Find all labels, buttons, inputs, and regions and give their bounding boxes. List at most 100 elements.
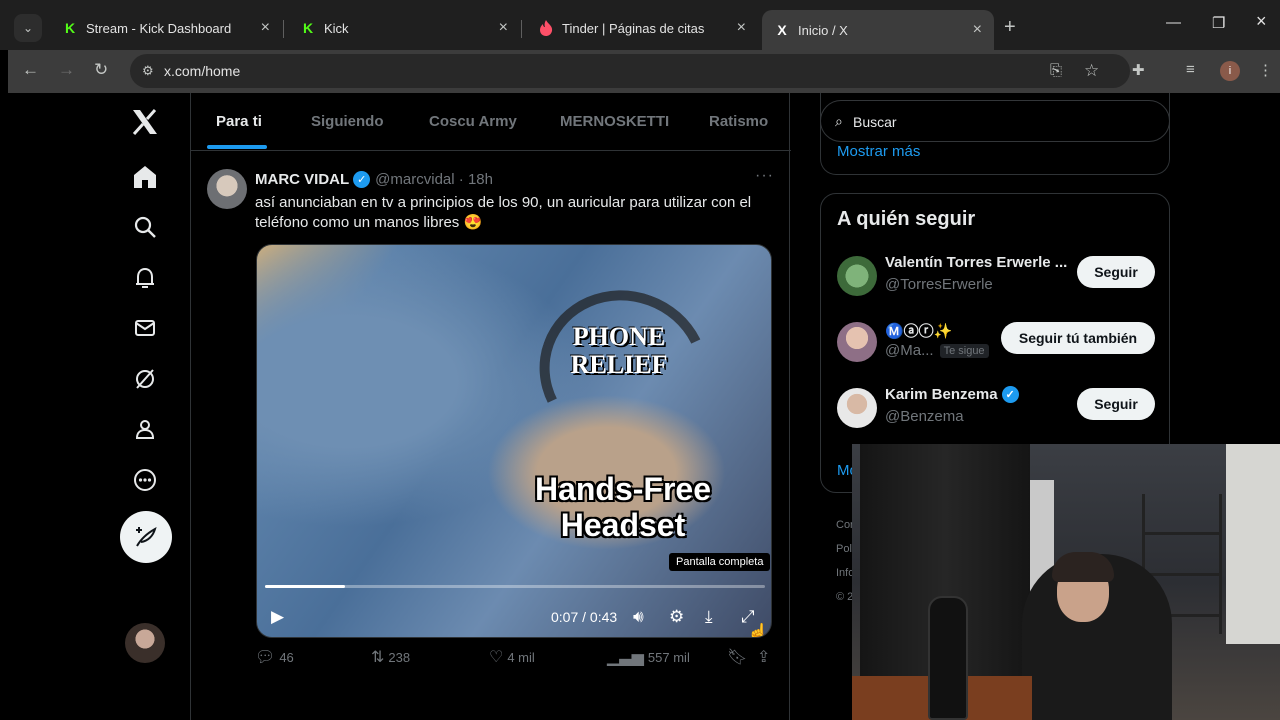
compose-post-button[interactable]: [120, 511, 172, 563]
search-placeholder: Buscar: [853, 114, 897, 130]
suggestion-avatar[interactable]: [837, 256, 877, 296]
tab-siguiendo[interactable]: Siguiendo: [311, 113, 384, 130]
account-avatar[interactable]: [125, 623, 165, 663]
tweet-video-player[interactable]: PHONE RELIEF Hands-Free Headset Pantalla…: [256, 244, 772, 638]
dock-video-icon[interactable]: ⤓: [705, 607, 713, 627]
new-tab-plus-icon[interactable]: +: [1004, 16, 1016, 39]
follow-button[interactable]: Seguir: [1077, 256, 1155, 288]
tab-ratismo[interactable]: Ratismo: [709, 113, 768, 130]
tweet-more-icon[interactable]: ···: [755, 167, 774, 185]
bookmark-star-icon[interactable]: ☆: [1084, 61, 1099, 81]
back-arrow-icon[interactable]: ←: [22, 60, 39, 80]
search-input[interactable]: ⌕ Buscar: [820, 100, 1170, 142]
tweet-text: así anunciaban en tv a principios de los…: [255, 194, 752, 231]
reply-button[interactable]: 💬︎ 46: [255, 647, 294, 667]
follow-suggestion[interactable]: Valentín Torres Erwerle ... @TorresErwer…: [821, 250, 1171, 310]
views-chart-icon: ▁▃▅: [607, 649, 644, 666]
tab-title: Inicio / X: [798, 22, 848, 38]
tab-mernosketti[interactable]: MERNOSKETTI: [560, 113, 669, 130]
extensions-puzzle-icon[interactable]: ✚: [1132, 61, 1145, 79]
reload-icon[interactable]: ↻: [94, 60, 108, 80]
bookmark-icon: 🔖︎: [727, 649, 748, 666]
views-button[interactable]: ▁▃▅ 557 mil: [607, 647, 690, 667]
fullscreen-tooltip: Pantalla completa: [669, 553, 771, 571]
address-bar[interactable]: ⚙ x.com/home ⎘ ☆: [130, 54, 1130, 88]
webcam-hair: [1052, 552, 1114, 582]
play-icon[interactable]: ▶: [271, 607, 284, 627]
kick-favicon-icon: K: [302, 20, 314, 36]
media-control-icon[interactable]: ≡: [1186, 61, 1195, 78]
kick-favicon-icon: K: [64, 20, 76, 36]
menu-kebab-icon[interactable]: ⋮: [1258, 61, 1273, 79]
reply-count: 46: [279, 649, 294, 665]
tab-title: Kick: [324, 20, 349, 36]
suggestion-name[interactable]: Ⓜ️ⓐⓡ✨: [885, 320, 952, 341]
video-progress-fill: [265, 585, 345, 588]
suggestion-avatar[interactable]: [837, 322, 877, 362]
minimize-icon[interactable]: —: [1166, 14, 1181, 31]
share-upload-icon: ⇪: [757, 649, 771, 666]
explore-search-icon[interactable]: [130, 212, 160, 242]
tab-coscu-army[interactable]: Coscu Army: [429, 113, 517, 130]
trends-show-more-link[interactable]: Mostrar más: [837, 143, 920, 160]
more-options-circle-icon[interactable]: [130, 465, 160, 495]
tweet-author-handle[interactable]: @marcvidal: [375, 171, 454, 188]
left-sidebar-nav: [120, 93, 196, 720]
verified-badge-icon: ✓: [353, 171, 371, 188]
suggestion-name[interactable]: Karim Benzema: [885, 386, 998, 403]
browser-tab-bar: ⌄ K Stream - Kick Dashboard × K Kick × T…: [0, 0, 1280, 50]
x-favicon-icon: X: [777, 22, 787, 38]
x-logo-icon[interactable]: [130, 107, 160, 137]
feather-plus-icon: [136, 526, 157, 547]
repost-count: 238: [388, 649, 411, 665]
tab-tinder[interactable]: Tinder | Páginas de citas ×: [526, 10, 758, 46]
address-url[interactable]: x.com/home: [164, 63, 240, 79]
messages-envelope-icon[interactable]: [130, 313, 160, 343]
forward-arrow-icon[interactable]: →: [58, 60, 75, 80]
tweet-header: MARC VIDAL ✓ @marcvidal · 18h: [255, 171, 493, 188]
tab-kick-dashboard[interactable]: K Stream - Kick Dashboard ×: [50, 10, 282, 46]
close-tab-icon[interactable]: ×: [973, 21, 982, 39]
profile-person-icon[interactable]: [130, 414, 160, 444]
tinder-flame-icon: [538, 20, 554, 36]
suggestion-handle: @Benzema: [885, 408, 964, 425]
home-icon[interactable]: [130, 162, 160, 192]
tab-kick[interactable]: K Kick ×: [288, 10, 520, 46]
settings-gear-icon[interactable]: ⚙: [669, 607, 684, 627]
bookmark-button[interactable]: 🔖︎: [727, 647, 751, 667]
follow-suggestion[interactable]: Karim Benzema ✓ @Benzema Seguir: [821, 382, 1171, 442]
tab-search-button[interactable]: ⌄: [14, 14, 42, 42]
repost-button[interactable]: ⇅ 238: [371, 647, 410, 667]
follow-suggestion[interactable]: Ⓜ️ⓐⓡ✨ @Ma... Te sigue Seguir tú también: [821, 316, 1171, 376]
suggestion-avatar[interactable]: [837, 388, 877, 428]
close-tab-icon[interactable]: ×: [261, 19, 270, 37]
heart-icon: ♡: [489, 649, 504, 666]
profile-avatar[interactable]: i: [1220, 61, 1240, 81]
tweet-author-name[interactable]: MARC VIDAL: [255, 171, 349, 188]
tweet-author-avatar[interactable]: [207, 169, 247, 209]
search-icon: ⌕: [835, 113, 843, 129]
close-tab-icon[interactable]: ×: [737, 19, 746, 37]
tweet-time[interactable]: 18h: [468, 171, 493, 188]
notifications-bell-icon[interactable]: [130, 263, 160, 293]
close-window-icon[interactable]: ×: [1256, 11, 1267, 32]
video-progress-bar[interactable]: [265, 585, 765, 588]
tab-x-home[interactable]: X Inicio / X ×: [762, 10, 994, 50]
follow-back-button[interactable]: Seguir tú también: [1001, 322, 1155, 354]
separator-dot: ·: [454, 171, 468, 188]
like-button[interactable]: ♡ 4 mil: [489, 647, 535, 667]
suggestion-handle: @TorresErwerle: [885, 276, 993, 293]
grok-icon[interactable]: [130, 364, 160, 394]
active-tab-indicator: [207, 145, 267, 149]
volume-icon[interactable]: 🔊︎: [633, 607, 644, 627]
share-button[interactable]: ⇪: [757, 647, 774, 667]
install-app-icon[interactable]: ⎘: [1050, 62, 1062, 79]
site-info-icon[interactable]: ⚙: [142, 63, 154, 79]
restore-icon[interactable]: ❐: [1212, 14, 1225, 32]
suggestion-name[interactable]: Valentín Torres Erwerle ...: [885, 254, 1067, 271]
tab-para-ti[interactable]: Para ti: [216, 113, 262, 130]
follow-button[interactable]: Seguir: [1077, 388, 1155, 420]
tweet[interactable]: MARC VIDAL ✓ @marcvidal · 18h ··· así an…: [191, 151, 791, 720]
browser-toolbar: ← → ↻ ⚙ x.com/home ⎘ ☆ ✚ ≡ i ⋮: [8, 50, 1280, 93]
close-tab-icon[interactable]: ×: [499, 19, 508, 37]
